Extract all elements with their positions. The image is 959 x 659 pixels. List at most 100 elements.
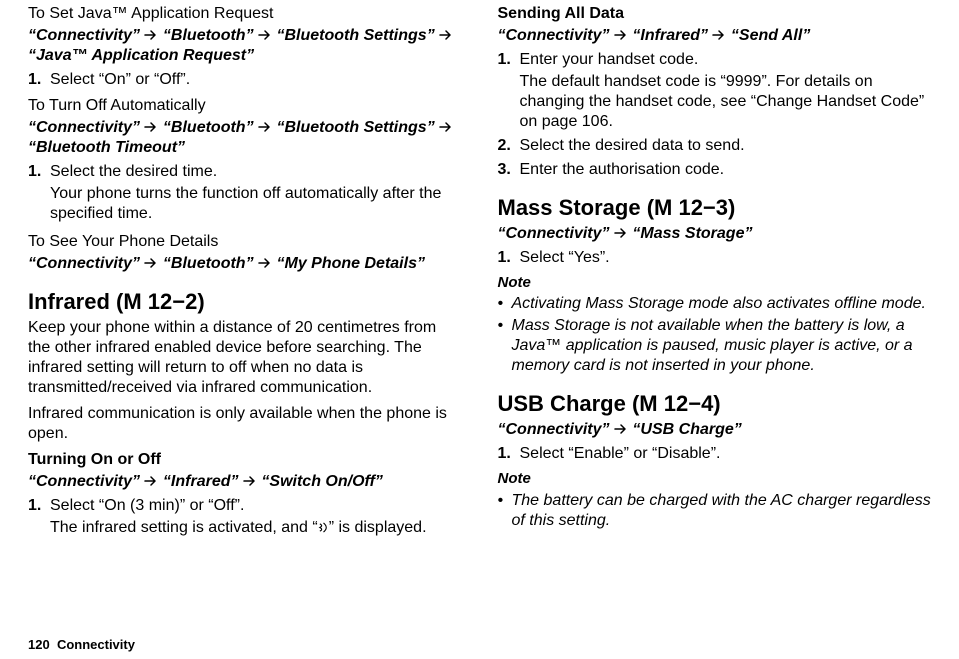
step-number: 1. [498,248,520,268]
path-send-all: “Connectivity” “Infrared” “Send All” [498,26,932,46]
ir-note-pre: The infrared setting is activated, and “ [50,519,318,536]
path-seg: “Bluetooth” [163,27,254,44]
page-number: 120 [28,637,50,652]
arrow-icon [712,30,726,40]
step-text: Select the desired data to send. [520,136,932,156]
heading-menu-code: (M 12−3) [647,195,736,220]
step-text: Enter the authorisation code. [520,160,932,180]
step: 1. Select “Yes”. [498,248,932,268]
step-subtext: Your phone turns the function off automa… [50,184,462,224]
step-number: 3. [498,160,520,180]
note-bullet: • Mass Storage is not available when the… [498,316,932,376]
path-seg: “Connectivity” [28,119,140,136]
arrow-icon [614,228,628,238]
path-phone-details: “Connectivity” “Bluetooth” “My Phone Det… [28,254,462,274]
path-seg: “Connectivity” [28,255,140,272]
step: 1. Select “Enable” or “Disable”. [498,444,932,464]
path-bluetooth-timeout: “Connectivity” “Bluetooth” “Bluetooth Se… [28,118,462,158]
path-seg: “Infrared” [632,27,708,44]
path-seg: “Infrared” [163,473,239,490]
arrow-icon [144,258,158,268]
path-mass-storage: “Connectivity” “Mass Storage” [498,224,932,244]
step-number: 2. [498,136,520,156]
step: 3. Enter the authorisation code. [498,160,932,180]
infrared-paragraph-2: Infrared communication is only available… [28,404,462,444]
arrow-icon [243,476,257,486]
step-text: Select “Yes”. [520,248,932,268]
path-seg: “Bluetooth Settings” [276,119,434,136]
path-seg: “My Phone Details” [276,255,424,272]
infrared-icon [318,522,329,533]
page-footer: 120 Connectivity [28,637,135,653]
step-number: 1. [28,70,50,90]
path-java-request: “Connectivity” “Bluetooth” “Bluetooth Se… [28,26,462,66]
subhead-phone-details: To See Your Phone Details [28,232,462,252]
arrow-icon [258,258,272,268]
step-number: 1. [498,50,520,132]
path-usb-charge: “Connectivity” “USB Charge” [498,420,932,440]
subhead-turn-off-auto: To Turn Off Automatically [28,96,462,116]
heading-text: Infrared [28,289,110,314]
path-seg: “Bluetooth Timeout” [28,139,185,156]
subhead-java-request: To Set Java™ Application Request [28,4,462,24]
bullet-text: The battery can be charged with the AC c… [512,491,932,531]
step-subtext: The infrared setting is activated, and “… [50,518,462,538]
step-text: Select the desired time. [50,162,462,182]
path-seg: “Connectivity” [498,225,610,242]
step: 1. Enter your handset code. The default … [498,50,932,132]
ir-note-post: ” is displayed. [329,519,427,536]
path-seg: “Connectivity” [498,27,610,44]
arrow-icon [439,122,453,132]
step-text: Select “Enable” or “Disable”. [520,444,932,464]
path-seg: “Connectivity” [498,421,610,438]
path-seg: “Switch On/Off” [261,473,382,490]
heading-mass-storage: Mass Storage (M 12−3) [498,194,932,222]
step-number: 1. [498,444,520,464]
heading-text: Mass Storage [498,195,641,220]
infrared-paragraph-1: Keep your phone within a distance of 20 … [28,318,462,398]
arrow-icon [614,424,628,434]
note-label: Note [498,470,932,489]
subhead-sending-all: Sending All Data [498,4,932,24]
bullet-text: Activating Mass Storage mode also activa… [512,294,926,314]
step: 2. Select the desired data to send. [498,136,932,156]
note-bullet: • Activating Mass Storage mode also acti… [498,294,932,314]
heading-infrared: Infrared (M 12−2) [28,288,462,316]
note-bullet: • The battery can be charged with the AC… [498,491,932,531]
path-ir-switch: “Connectivity” “Infrared” “Switch On/Off… [28,472,462,492]
arrow-icon [258,30,272,40]
bullet-dot: • [498,294,512,314]
step: 1. Select “On (3 min)” or “Off”. The inf… [28,496,462,538]
note-label: Note [498,274,932,293]
path-seg: “Java™ Application Request” [28,47,254,64]
heading-text: USB Charge [498,391,626,416]
bullet-dot: • [498,491,512,531]
path-seg: “Mass Storage” [632,225,752,242]
heading-menu-code: (M 12−4) [632,391,721,416]
step-number: 1. [28,162,50,224]
section-name: Connectivity [57,637,135,652]
arrow-icon [614,30,628,40]
path-seg: “Bluetooth” [163,119,254,136]
step: 1. Select the desired time. Your phone t… [28,162,462,224]
step-text: Enter your handset code. [520,50,932,70]
path-seg: “Bluetooth Settings” [276,27,434,44]
path-seg: “Connectivity” [28,473,140,490]
step: 1. Select “On” or “Off”. [28,70,462,90]
path-seg: “Send All” [731,27,810,44]
path-seg: “Bluetooth” [163,255,254,272]
path-seg: “Connectivity” [28,27,140,44]
bullet-text: Mass Storage is not available when the b… [512,316,932,376]
step-text: Select “On (3 min)” or “Off”. [50,496,462,516]
step-number: 1. [28,496,50,538]
arrow-icon [144,122,158,132]
arrow-icon [144,476,158,486]
path-seg: “USB Charge” [632,421,741,438]
step-subtext: The default handset code is “9999”. For … [520,72,932,132]
heading-menu-code: (M 12−2) [116,289,205,314]
arrow-icon [258,122,272,132]
arrow-icon [144,30,158,40]
subhead-ir-on-off: Turning On or Off [28,450,462,470]
bullet-dot: • [498,316,512,376]
arrow-icon [439,30,453,40]
